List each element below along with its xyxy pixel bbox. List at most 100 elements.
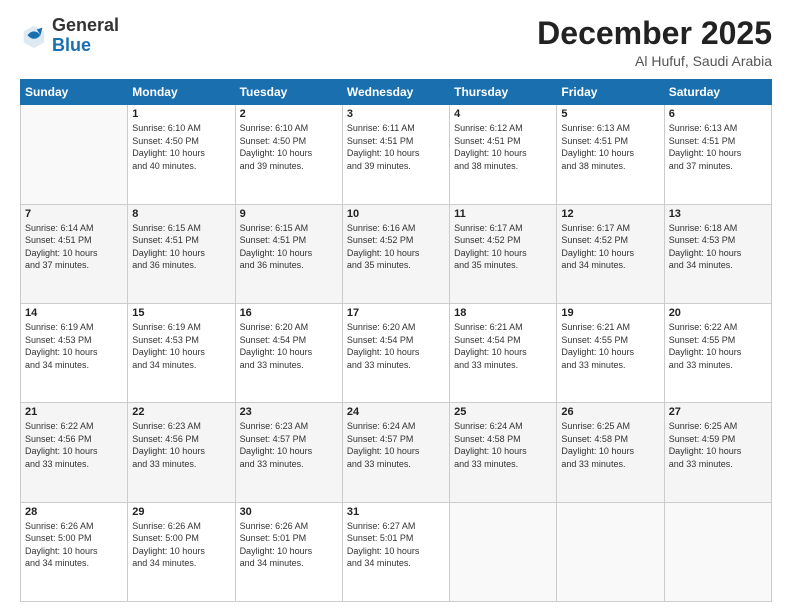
day-number: 12 (561, 208, 659, 220)
day-info: Sunrise: 6:22 AMSunset: 4:56 PMDaylight:… (25, 420, 123, 470)
day-info: Sunrise: 6:20 AMSunset: 4:54 PMDaylight:… (347, 321, 445, 371)
day-number: 10 (347, 208, 445, 220)
calendar-cell: 31Sunrise: 6:27 AMSunset: 5:01 PMDayligh… (342, 502, 449, 601)
calendar-cell: 22 Sunrise: 6:23 AMSunset: 4:56 PMDayligh… (128, 403, 235, 502)
calendar-cell: 28Sunrise: 6:26 AMSunset: 5:00 PMDayligh… (21, 502, 128, 601)
calendar-cell: 2 Sunrise: 6:10 AMSunset: 4:50 PMDaylight… (235, 105, 342, 204)
calendar-cell: 30Sunrise: 6:26 AMSunset: 5:01 PMDayligh… (235, 502, 342, 601)
calendar-cell: 15 Sunrise: 6:19 AMSunset: 4:53 PMDayligh… (128, 303, 235, 402)
calendar-cell: 7Sunrise: 6:14 AMSunset: 4:51 PMDaylight… (21, 204, 128, 303)
calendar-cell: 14 Sunrise: 6:19 AMSunset: 4:53 PMDayligh… (21, 303, 128, 402)
day-number: 22 (132, 406, 230, 418)
col-friday: Friday (557, 80, 664, 105)
week-row-4: 21 Sunrise: 6:22 AMSunset: 4:56 PMDayligh… (21, 403, 772, 502)
calendar-cell: 26Sunrise: 6:25 AMSunset: 4:58 PMDayligh… (557, 403, 664, 502)
col-wednesday: Wednesday (342, 80, 449, 105)
day-info: Sunrise: 6:10 AMSunset: 4:50 PMDaylight:… (132, 122, 230, 172)
calendar-cell: 11 Sunrise: 6:17 AMSunset: 4:52 PMDayligh… (450, 204, 557, 303)
calendar-cell: 1 Sunrise: 6:10 AMSunset: 4:50 PMDaylight… (128, 105, 235, 204)
day-info: Sunrise: 6:17 AMSunset: 4:52 PMDaylight:… (561, 222, 659, 272)
col-monday: Monday (128, 80, 235, 105)
day-number: 30 (240, 506, 338, 518)
calendar-cell (21, 105, 128, 204)
day-info: Sunrise: 6:13 AMSunset: 4:51 PMDaylight:… (561, 122, 659, 172)
calendar-cell: 6 Sunrise: 6:13 AMSunset: 4:51 PMDaylight… (664, 105, 771, 204)
calendar-cell: 9Sunrise: 6:15 AMSunset: 4:51 PMDaylight… (235, 204, 342, 303)
day-info: Sunrise: 6:11 AMSunset: 4:51 PMDaylight:… (347, 122, 445, 172)
calendar-cell: 29Sunrise: 6:26 AMSunset: 5:00 PMDayligh… (128, 502, 235, 601)
calendar-cell: 25Sunrise: 6:24 AMSunset: 4:58 PMDayligh… (450, 403, 557, 502)
day-number: 29 (132, 506, 230, 518)
day-number: 24 (347, 406, 445, 418)
day-number: 4 (454, 108, 552, 120)
week-row-2: 7Sunrise: 6:14 AMSunset: 4:51 PMDaylight… (21, 204, 772, 303)
calendar-cell: 3 Sunrise: 6:11 AMSunset: 4:51 PMDaylight… (342, 105, 449, 204)
day-number: 14 (25, 307, 123, 319)
calendar-cell: 5 Sunrise: 6:13 AMSunset: 4:51 PMDaylight… (557, 105, 664, 204)
logo-text: General Blue (52, 16, 119, 56)
day-info: Sunrise: 6:19 AMSunset: 4:53 PMDaylight:… (132, 321, 230, 371)
day-info: Sunrise: 6:22 AMSunset: 4:55 PMDaylight:… (669, 321, 767, 371)
location: Al Hufuf, Saudi Arabia (537, 53, 772, 69)
day-number: 18 (454, 307, 552, 319)
day-number: 11 (454, 208, 552, 220)
day-info: Sunrise: 6:21 AMSunset: 4:54 PMDaylight:… (454, 321, 552, 371)
calendar-cell: 21 Sunrise: 6:22 AMSunset: 4:56 PMDayligh… (21, 403, 128, 502)
day-info: Sunrise: 6:26 AMSunset: 5:00 PMDaylight:… (25, 520, 123, 570)
logo: General Blue (20, 16, 119, 56)
day-info: Sunrise: 6:23 AMSunset: 4:56 PMDaylight:… (132, 420, 230, 470)
week-row-3: 14 Sunrise: 6:19 AMSunset: 4:53 PMDayligh… (21, 303, 772, 402)
calendar-cell: 23 Sunrise: 6:23 AMSunset: 4:57 PMDayligh… (235, 403, 342, 502)
day-number: 16 (240, 307, 338, 319)
day-info: Sunrise: 6:24 AMSunset: 4:57 PMDaylight:… (347, 420, 445, 470)
day-number: 17 (347, 307, 445, 319)
calendar-cell: 19Sunrise: 6:21 AMSunset: 4:55 PMDayligh… (557, 303, 664, 402)
calendar-cell: 18 Sunrise: 6:21 AMSunset: 4:54 PMDayligh… (450, 303, 557, 402)
day-info: Sunrise: 6:16 AMSunset: 4:52 PMDaylight:… (347, 222, 445, 272)
col-tuesday: Tuesday (235, 80, 342, 105)
day-number: 9 (240, 208, 338, 220)
day-info: Sunrise: 6:24 AMSunset: 4:58 PMDaylight:… (454, 420, 552, 470)
logo-general: General (52, 16, 119, 36)
day-info: Sunrise: 6:13 AMSunset: 4:51 PMDaylight:… (669, 122, 767, 172)
header: General Blue December 2025 Al Hufuf, Sau… (20, 16, 772, 69)
day-info: Sunrise: 6:25 AMSunset: 4:59 PMDaylight:… (669, 420, 767, 470)
col-thursday: Thursday (450, 80, 557, 105)
day-info: Sunrise: 6:10 AMSunset: 4:50 PMDaylight:… (240, 122, 338, 172)
day-info: Sunrise: 6:14 AMSunset: 4:51 PMDaylight:… (25, 222, 123, 272)
calendar-cell: 17 Sunrise: 6:20 AMSunset: 4:54 PMDayligh… (342, 303, 449, 402)
col-saturday: Saturday (664, 80, 771, 105)
page: General Blue December 2025 Al Hufuf, Sau… (0, 0, 792, 612)
day-info: Sunrise: 6:20 AMSunset: 4:54 PMDaylight:… (240, 321, 338, 371)
col-sunday: Sunday (21, 80, 128, 105)
day-number: 6 (669, 108, 767, 120)
day-info: Sunrise: 6:23 AMSunset: 4:57 PMDaylight:… (240, 420, 338, 470)
day-number: 26 (561, 406, 659, 418)
calendar-cell: 16 Sunrise: 6:20 AMSunset: 4:54 PMDayligh… (235, 303, 342, 402)
day-number: 21 (25, 406, 123, 418)
month-title: December 2025 (537, 16, 772, 51)
calendar-header-row: Sunday Monday Tuesday Wednesday Thursday… (21, 80, 772, 105)
day-number: 13 (669, 208, 767, 220)
calendar-cell: 20Sunrise: 6:22 AMSunset: 4:55 PMDayligh… (664, 303, 771, 402)
calendar-cell: 12 Sunrise: 6:17 AMSunset: 4:52 PMDayligh… (557, 204, 664, 303)
calendar-cell: 24 Sunrise: 6:24 AMSunset: 4:57 PMDayligh… (342, 403, 449, 502)
day-number: 3 (347, 108, 445, 120)
calendar-cell: 4Sunrise: 6:12 AMSunset: 4:51 PMDaylight… (450, 105, 557, 204)
day-number: 5 (561, 108, 659, 120)
day-number: 23 (240, 406, 338, 418)
calendar-cell (664, 502, 771, 601)
day-info: Sunrise: 6:19 AMSunset: 4:53 PMDaylight:… (25, 321, 123, 371)
calendar-cell: 8Sunrise: 6:15 AMSunset: 4:51 PMDaylight… (128, 204, 235, 303)
calendar-cell: 13 Sunrise: 6:18 AMSunset: 4:53 PMDayligh… (664, 204, 771, 303)
day-info: Sunrise: 6:27 AMSunset: 5:01 PMDaylight:… (347, 520, 445, 570)
week-row-1: 1 Sunrise: 6:10 AMSunset: 4:50 PMDaylight… (21, 105, 772, 204)
day-number: 15 (132, 307, 230, 319)
calendar-cell (450, 502, 557, 601)
day-number: 8 (132, 208, 230, 220)
day-number: 2 (240, 108, 338, 120)
day-info: Sunrise: 6:18 AMSunset: 4:53 PMDaylight:… (669, 222, 767, 272)
day-number: 1 (132, 108, 230, 120)
day-info: Sunrise: 6:17 AMSunset: 4:52 PMDaylight:… (454, 222, 552, 272)
calendar: Sunday Monday Tuesday Wednesday Thursday… (20, 79, 772, 602)
